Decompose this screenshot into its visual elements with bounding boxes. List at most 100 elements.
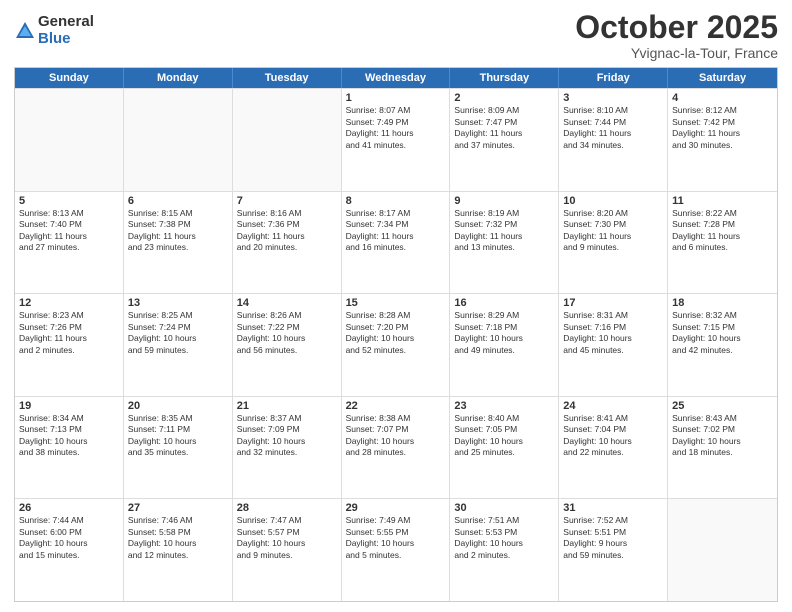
day-cell-4: 4Sunrise: 8:12 AM Sunset: 7:42 PM Daylig…: [668, 89, 777, 191]
day-number: 3: [563, 92, 663, 104]
day-info: Sunrise: 8:28 AM Sunset: 7:20 PM Dayligh…: [346, 310, 446, 356]
day-cell-19: 19Sunrise: 8:34 AM Sunset: 7:13 PM Dayli…: [15, 397, 124, 499]
empty-cell: [233, 89, 342, 191]
day-cell-26: 26Sunrise: 7:44 AM Sunset: 6:00 PM Dayli…: [15, 499, 124, 601]
day-number: 10: [563, 195, 663, 207]
day-number: 20: [128, 400, 228, 412]
day-cell-13: 13Sunrise: 8:25 AM Sunset: 7:24 PM Dayli…: [124, 294, 233, 396]
day-info: Sunrise: 7:51 AM Sunset: 5:53 PM Dayligh…: [454, 515, 554, 561]
day-cell-6: 6Sunrise: 8:15 AM Sunset: 7:38 PM Daylig…: [124, 192, 233, 294]
day-cell-18: 18Sunrise: 8:32 AM Sunset: 7:15 PM Dayli…: [668, 294, 777, 396]
day-info: Sunrise: 8:12 AM Sunset: 7:42 PM Dayligh…: [672, 105, 773, 151]
day-cell-29: 29Sunrise: 7:49 AM Sunset: 5:55 PM Dayli…: [342, 499, 451, 601]
calendar-body: 1Sunrise: 8:07 AM Sunset: 7:49 PM Daylig…: [15, 88, 777, 601]
day-number: 5: [19, 195, 119, 207]
day-number: 25: [672, 400, 773, 412]
day-cell-16: 16Sunrise: 8:29 AM Sunset: 7:18 PM Dayli…: [450, 294, 559, 396]
calendar-row-1: 5Sunrise: 8:13 AM Sunset: 7:40 PM Daylig…: [15, 191, 777, 294]
day-info: Sunrise: 7:44 AM Sunset: 6:00 PM Dayligh…: [19, 515, 119, 561]
day-info: Sunrise: 8:25 AM Sunset: 7:24 PM Dayligh…: [128, 310, 228, 356]
day-number: 9: [454, 195, 554, 207]
day-info: Sunrise: 8:07 AM Sunset: 7:49 PM Dayligh…: [346, 105, 446, 151]
header-day-wednesday: Wednesday: [342, 68, 451, 88]
day-cell-20: 20Sunrise: 8:35 AM Sunset: 7:11 PM Dayli…: [124, 397, 233, 499]
day-cell-27: 27Sunrise: 7:46 AM Sunset: 5:58 PM Dayli…: [124, 499, 233, 601]
day-cell-22: 22Sunrise: 8:38 AM Sunset: 7:07 PM Dayli…: [342, 397, 451, 499]
day-info: Sunrise: 8:17 AM Sunset: 7:34 PM Dayligh…: [346, 208, 446, 254]
day-cell-30: 30Sunrise: 7:51 AM Sunset: 5:53 PM Dayli…: [450, 499, 559, 601]
day-number: 14: [237, 297, 337, 309]
header-day-thursday: Thursday: [450, 68, 559, 88]
day-number: 7: [237, 195, 337, 207]
day-number: 23: [454, 400, 554, 412]
day-cell-28: 28Sunrise: 7:47 AM Sunset: 5:57 PM Dayli…: [233, 499, 342, 601]
day-info: Sunrise: 8:43 AM Sunset: 7:02 PM Dayligh…: [672, 413, 773, 459]
day-info: Sunrise: 7:46 AM Sunset: 5:58 PM Dayligh…: [128, 515, 228, 561]
day-info: Sunrise: 8:34 AM Sunset: 7:13 PM Dayligh…: [19, 413, 119, 459]
day-cell-3: 3Sunrise: 8:10 AM Sunset: 7:44 PM Daylig…: [559, 89, 668, 191]
logo-general: General: [38, 14, 94, 31]
day-info: Sunrise: 8:19 AM Sunset: 7:32 PM Dayligh…: [454, 208, 554, 254]
day-cell-24: 24Sunrise: 8:41 AM Sunset: 7:04 PM Dayli…: [559, 397, 668, 499]
header: General Blue October 2025 Yvignac-la-Tou…: [14, 10, 778, 61]
day-cell-7: 7Sunrise: 8:16 AM Sunset: 7:36 PM Daylig…: [233, 192, 342, 294]
day-cell-14: 14Sunrise: 8:26 AM Sunset: 7:22 PM Dayli…: [233, 294, 342, 396]
day-number: 21: [237, 400, 337, 412]
day-info: Sunrise: 8:09 AM Sunset: 7:47 PM Dayligh…: [454, 105, 554, 151]
day-number: 17: [563, 297, 663, 309]
calendar-header: SundayMondayTuesdayWednesdayThursdayFrid…: [15, 68, 777, 88]
day-info: Sunrise: 8:35 AM Sunset: 7:11 PM Dayligh…: [128, 413, 228, 459]
logo-icon: [14, 20, 36, 42]
day-info: Sunrise: 8:20 AM Sunset: 7:30 PM Dayligh…: [563, 208, 663, 254]
day-info: Sunrise: 8:29 AM Sunset: 7:18 PM Dayligh…: [454, 310, 554, 356]
empty-cell: [15, 89, 124, 191]
day-cell-15: 15Sunrise: 8:28 AM Sunset: 7:20 PM Dayli…: [342, 294, 451, 396]
day-info: Sunrise: 8:41 AM Sunset: 7:04 PM Dayligh…: [563, 413, 663, 459]
calendar-row-4: 26Sunrise: 7:44 AM Sunset: 6:00 PM Dayli…: [15, 498, 777, 601]
month-title: October 2025: [575, 10, 778, 45]
day-number: 4: [672, 92, 773, 104]
day-info: Sunrise: 8:10 AM Sunset: 7:44 PM Dayligh…: [563, 105, 663, 151]
day-number: 27: [128, 502, 228, 514]
day-info: Sunrise: 8:15 AM Sunset: 7:38 PM Dayligh…: [128, 208, 228, 254]
day-cell-1: 1Sunrise: 8:07 AM Sunset: 7:49 PM Daylig…: [342, 89, 451, 191]
day-info: Sunrise: 7:49 AM Sunset: 5:55 PM Dayligh…: [346, 515, 446, 561]
day-info: Sunrise: 8:38 AM Sunset: 7:07 PM Dayligh…: [346, 413, 446, 459]
logo-blue: Blue: [38, 31, 94, 48]
calendar-row-2: 12Sunrise: 8:23 AM Sunset: 7:26 PM Dayli…: [15, 293, 777, 396]
logo-text: General Blue: [38, 14, 94, 47]
day-number: 18: [672, 297, 773, 309]
calendar-row-3: 19Sunrise: 8:34 AM Sunset: 7:13 PM Dayli…: [15, 396, 777, 499]
day-cell-10: 10Sunrise: 8:20 AM Sunset: 7:30 PM Dayli…: [559, 192, 668, 294]
day-number: 26: [19, 502, 119, 514]
day-info: Sunrise: 7:52 AM Sunset: 5:51 PM Dayligh…: [563, 515, 663, 561]
logo: General Blue: [14, 14, 94, 47]
day-cell-23: 23Sunrise: 8:40 AM Sunset: 7:05 PM Dayli…: [450, 397, 559, 499]
day-cell-31: 31Sunrise: 7:52 AM Sunset: 5:51 PM Dayli…: [559, 499, 668, 601]
day-number: 28: [237, 502, 337, 514]
day-info: Sunrise: 8:37 AM Sunset: 7:09 PM Dayligh…: [237, 413, 337, 459]
header-day-saturday: Saturday: [668, 68, 777, 88]
day-cell-12: 12Sunrise: 8:23 AM Sunset: 7:26 PM Dayli…: [15, 294, 124, 396]
day-cell-8: 8Sunrise: 8:17 AM Sunset: 7:34 PM Daylig…: [342, 192, 451, 294]
day-info: Sunrise: 8:13 AM Sunset: 7:40 PM Dayligh…: [19, 208, 119, 254]
day-number: 12: [19, 297, 119, 309]
day-info: Sunrise: 8:32 AM Sunset: 7:15 PM Dayligh…: [672, 310, 773, 356]
day-number: 15: [346, 297, 446, 309]
day-info: Sunrise: 8:26 AM Sunset: 7:22 PM Dayligh…: [237, 310, 337, 356]
day-info: Sunrise: 8:23 AM Sunset: 7:26 PM Dayligh…: [19, 310, 119, 356]
day-number: 1: [346, 92, 446, 104]
day-cell-9: 9Sunrise: 8:19 AM Sunset: 7:32 PM Daylig…: [450, 192, 559, 294]
day-number: 22: [346, 400, 446, 412]
day-info: Sunrise: 8:22 AM Sunset: 7:28 PM Dayligh…: [672, 208, 773, 254]
header-day-sunday: Sunday: [15, 68, 124, 88]
page: General Blue October 2025 Yvignac-la-Tou…: [0, 0, 792, 612]
day-number: 2: [454, 92, 554, 104]
calendar: SundayMondayTuesdayWednesdayThursdayFrid…: [14, 67, 778, 602]
header-day-friday: Friday: [559, 68, 668, 88]
day-cell-21: 21Sunrise: 8:37 AM Sunset: 7:09 PM Dayli…: [233, 397, 342, 499]
day-number: 6: [128, 195, 228, 207]
day-info: Sunrise: 7:47 AM Sunset: 5:57 PM Dayligh…: [237, 515, 337, 561]
location: Yvignac-la-Tour, France: [575, 45, 778, 61]
day-number: 24: [563, 400, 663, 412]
